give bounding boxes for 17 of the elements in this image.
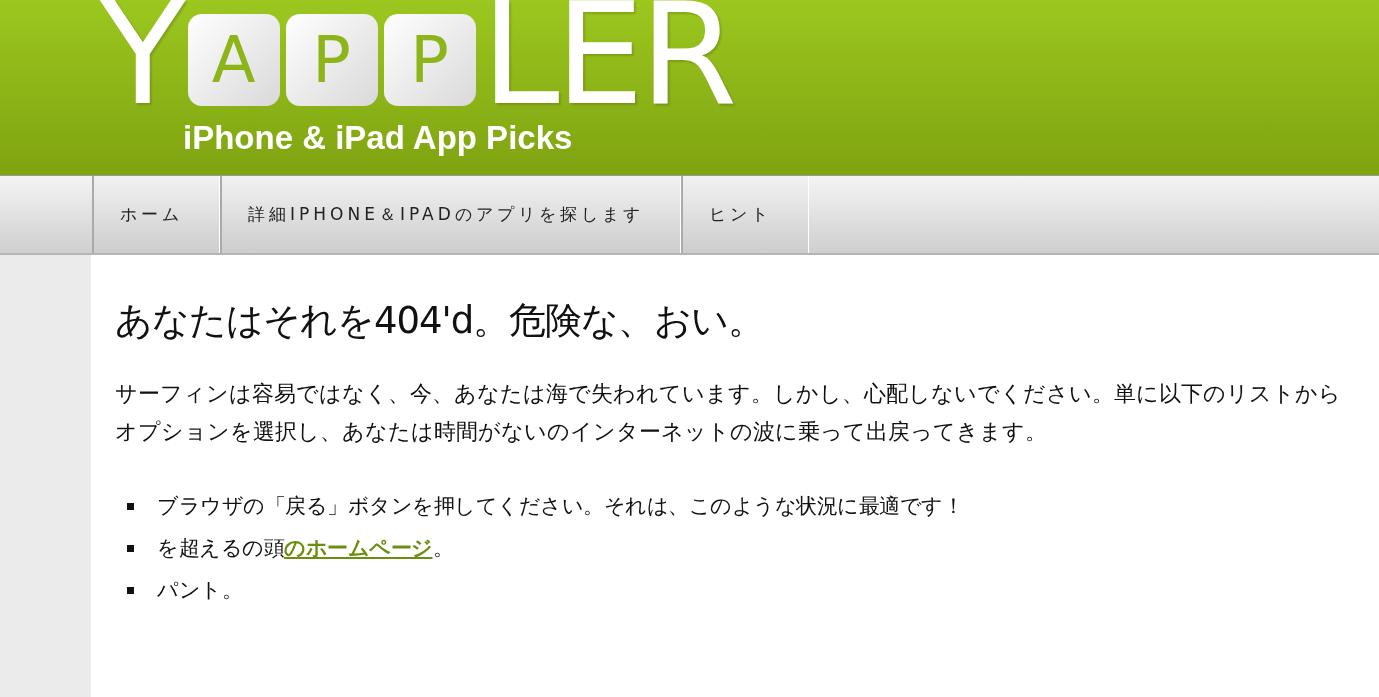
logo-tile: P (285, 14, 378, 106)
homepage-link[interactable]: のホームページ (284, 536, 433, 561)
logo-tile: A (187, 14, 280, 106)
list-item-text: を超えるの頭のホームページ。 (157, 535, 453, 563)
nav-tab[interactable]: 詳細IPHONE＆IPADのアプリを探します (220, 176, 681, 253)
logo-tile: P (383, 14, 476, 106)
nav-tab[interactable]: ホーム (92, 176, 220, 253)
nav-tab[interactable]: ヒント (680, 176, 809, 253)
bullet-icon (127, 587, 134, 595)
page-heading: あなたはそれを404'd。危険な、おい。 (115, 298, 766, 344)
logo-letters: LER (481, 0, 734, 110)
list-item-text: パント。 (157, 577, 242, 605)
bullet-icon (127, 503, 134, 511)
tagline: iPhone & iPad App Picks (183, 118, 573, 158)
list-item-text: ブラウザの「戻る」ボタンを押してください。それは、このような状況に最適です！ (157, 493, 963, 521)
bullet-icon (127, 545, 134, 553)
intro-paragraph: サーフィンは容易ではなく、今、あなたは海で失われています。しかし、心配しないでください。単に以下のリストからオプションを選択し、あなたは時間がないのインターネットの波に乗って出戻ってきます。 (115, 380, 1342, 447)
